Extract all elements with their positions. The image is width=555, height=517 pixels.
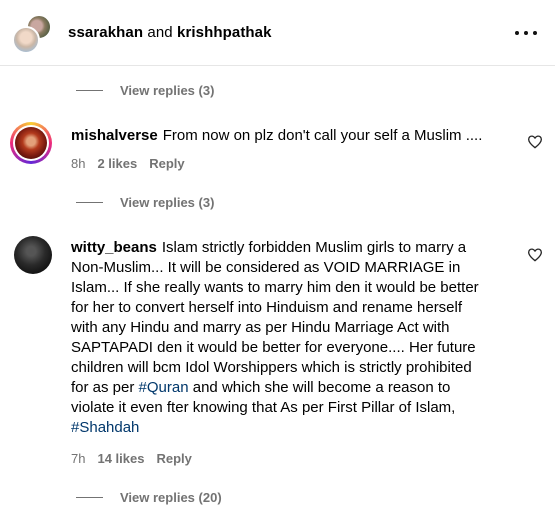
comment-line: and which she will become a reason to	[188, 379, 451, 396]
view-replies-label: View replies (3)	[120, 194, 215, 210]
header-and: and	[143, 24, 177, 41]
participants-avatars[interactable]	[12, 14, 52, 54]
comment-username[interactable]: witty_beans	[71, 239, 157, 256]
more-options-icon[interactable]	[515, 24, 537, 42]
comment-line: for her to convert herself into Hinduism…	[71, 299, 463, 316]
header-title[interactable]: ssarakhan and krishhpathak	[68, 24, 272, 41]
comment-line: children will bcm Idol Worshippers which…	[71, 359, 472, 376]
header-user-1[interactable]: ssarakhan	[68, 24, 143, 41]
likes-count[interactable]: 2 likes	[97, 156, 137, 171]
comment-line: with any Hindu and marry as per Hindu Ma…	[71, 319, 450, 336]
comment-text: witty_beans Islam strictly forbidden Musl…	[71, 238, 511, 438]
comment-content: From now on plz don't call your self a M…	[162, 127, 483, 144]
reply-button[interactable]: Reply	[149, 156, 184, 171]
avatar[interactable]	[14, 236, 52, 274]
heart-icon[interactable]	[527, 134, 543, 150]
comment-line: SAPTAPADI den it would be better for eve…	[71, 339, 476, 356]
comment-line: for as per	[71, 379, 139, 396]
comment-username[interactable]: mishalverse	[71, 127, 158, 144]
comment-line: Islam strictly forbidden Muslim girls to…	[161, 239, 467, 256]
divider-line	[76, 201, 103, 203]
view-replies-button[interactable]: View replies (3)	[76, 192, 214, 212]
divider-line	[76, 89, 103, 91]
comment-line: violate it even fter knowing that As per…	[71, 399, 456, 416]
comment-text: mishalverse From now on plz don't call yo…	[71, 126, 511, 146]
comment-meta: 7h 14 likes Reply	[71, 451, 204, 466]
comment-line: Islam... If she really wants to marry hi…	[71, 279, 479, 296]
reply-button[interactable]: Reply	[156, 451, 191, 466]
comment-time: 8h	[71, 156, 86, 171]
hashtag-link[interactable]: #Quran	[139, 379, 189, 396]
header-user-2[interactable]: krishhpathak	[177, 24, 272, 41]
comment-time: 7h	[71, 451, 86, 466]
comment-line: Non-Muslim... It will be considered as V…	[71, 259, 461, 276]
view-replies-button[interactable]: View replies (3)	[76, 80, 214, 100]
view-replies-button[interactable]: View replies (20)	[76, 487, 222, 507]
thread-header: ssarakhan and krishhpathak	[0, 0, 555, 66]
likes-count[interactable]: 14 likes	[97, 451, 144, 466]
divider-line	[76, 496, 103, 498]
avatar[interactable]	[12, 26, 40, 54]
heart-icon[interactable]	[527, 247, 543, 263]
view-replies-label: View replies (3)	[120, 82, 215, 98]
avatar[interactable]	[10, 122, 52, 164]
comment-meta: 8h 2 likes Reply	[71, 156, 197, 171]
view-replies-label: View replies (20)	[120, 489, 222, 505]
hashtag-link[interactable]: #Shahdah	[71, 419, 139, 436]
